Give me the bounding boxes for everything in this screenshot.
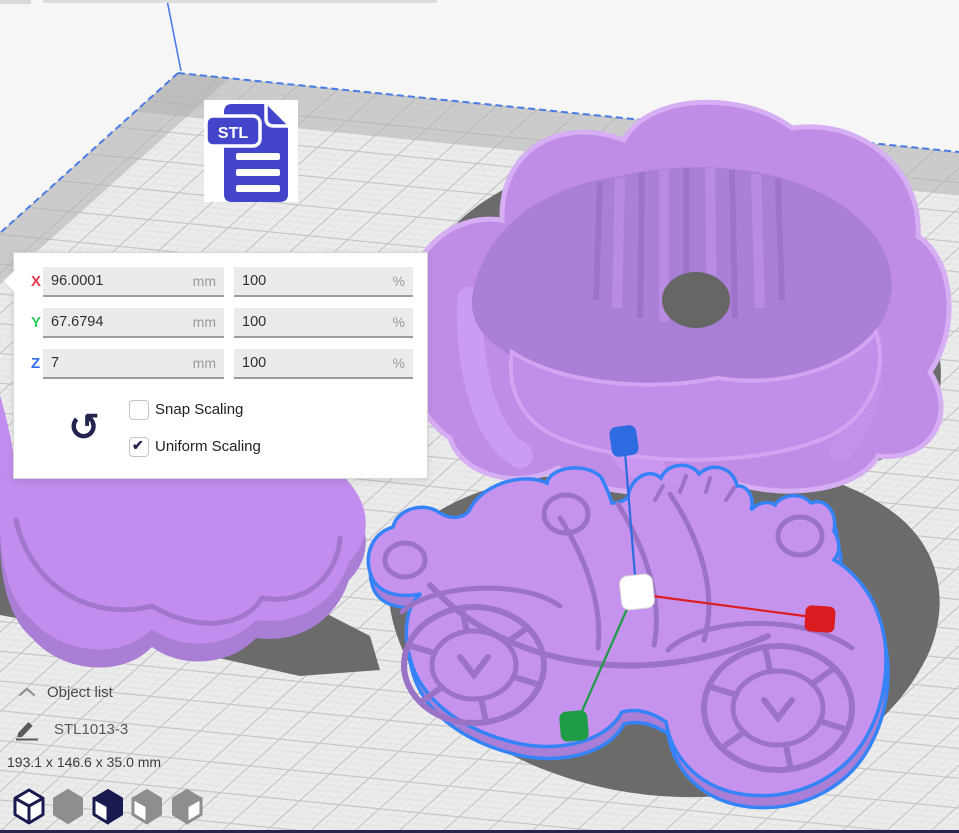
scale-x-mm-field[interactable]: mm bbox=[43, 267, 224, 297]
scale-x-mm-input[interactable] bbox=[51, 268, 178, 294]
unit-label-percent: % bbox=[393, 355, 405, 371]
top-edge-strip-left bbox=[0, 0, 31, 4]
stl-badge-label: STL bbox=[218, 125, 248, 142]
uniform-scaling-checkbox[interactable] bbox=[129, 437, 149, 457]
scale-z-mm-input[interactable] bbox=[51, 350, 178, 376]
gizmo-z-handle[interactable] bbox=[609, 424, 640, 457]
unit-label-mm: mm bbox=[193, 355, 216, 371]
uniform-scaling-label: Uniform Scaling bbox=[155, 438, 261, 455]
snap-scaling-checkbox[interactable] bbox=[129, 400, 149, 420]
unit-label-mm: mm bbox=[193, 314, 216, 330]
unit-label-mm: mm bbox=[193, 273, 216, 289]
scale-y-percent-field[interactable]: % bbox=[234, 308, 413, 338]
scale-y-percent-input[interactable] bbox=[242, 309, 367, 335]
scale-tool-panel: X mm % Y mm % Z mm % ↺ bbox=[13, 252, 428, 479]
shell-center-hole bbox=[662, 272, 730, 328]
edit-pencil-icon[interactable] bbox=[13, 717, 41, 741]
axis-label-y: Y bbox=[31, 314, 41, 331]
top-edge-strip-main bbox=[43, 0, 437, 3]
scale-y-mm-input[interactable] bbox=[51, 309, 178, 335]
stl-file-icon: STL bbox=[204, 100, 298, 202]
3d-view-icon[interactable] bbox=[10, 786, 48, 828]
scale-z-mm-field[interactable]: mm bbox=[43, 349, 224, 379]
front-view-icon[interactable] bbox=[49, 786, 87, 828]
axis-label-x: X bbox=[31, 273, 41, 290]
scale-z-percent-field[interactable]: % bbox=[234, 349, 413, 379]
left-view-icon[interactable] bbox=[128, 786, 166, 828]
right-view-icon[interactable] bbox=[168, 786, 206, 828]
scale-z-percent-input[interactable] bbox=[242, 350, 367, 376]
model-dimensions: 193.1 x 146.6 x 35.0 mm bbox=[7, 754, 161, 770]
gizmo-x-handle[interactable] bbox=[804, 605, 836, 633]
gizmo-center-handle[interactable] bbox=[619, 573, 655, 610]
scale-x-percent-input[interactable] bbox=[242, 268, 367, 294]
object-list-title[interactable]: Object list bbox=[47, 684, 113, 701]
axis-label-z: Z bbox=[31, 355, 40, 372]
top-view-icon[interactable] bbox=[89, 786, 127, 828]
chevron-up-icon[interactable] bbox=[17, 687, 37, 697]
unit-label-percent: % bbox=[393, 273, 405, 289]
scale-x-percent-field[interactable]: % bbox=[234, 267, 413, 297]
object-list-item[interactable]: STL1013-3 bbox=[54, 721, 128, 738]
camera-view-toolbar bbox=[10, 786, 210, 828]
scale-y-mm-field[interactable]: mm bbox=[43, 308, 224, 338]
gizmo-y-handle[interactable] bbox=[559, 710, 590, 742]
snap-scaling-label: Snap Scaling bbox=[155, 401, 243, 418]
unit-label-percent: % bbox=[393, 314, 405, 330]
